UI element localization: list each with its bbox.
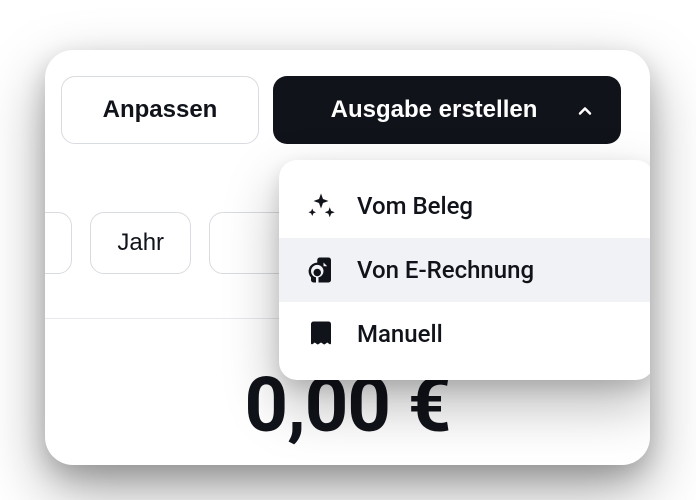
toolbar: Anpassen Ausgabe erstellen [61,76,634,144]
period-chip-jahr[interactable]: Jahr [90,212,191,274]
menu-item-label: Manuell [357,320,443,348]
chevron-up-icon [575,100,595,120]
invoice-file-icon [305,254,337,286]
app-card: Anpassen Ausgabe erstellen rtal Jahr 0,0… [45,50,650,465]
menu-item-label: Vom Beleg [357,192,473,220]
menu-item-label: Von E-Rechnung [357,256,534,284]
create-expense-button[interactable]: Ausgabe erstellen [273,76,621,144]
create-expense-menu: Vom Beleg Von E-Rechnung Manuell [279,160,650,380]
period-chip-rtal[interactable]: rtal [45,212,72,274]
menu-item-e-rechnung[interactable]: Von E-Rechnung [279,238,650,302]
sparkles-icon [305,190,337,222]
period-chip-jahr-label: Jahr [117,229,164,257]
receipt-icon [305,318,337,350]
anpassen-button[interactable]: Anpassen [61,76,259,144]
menu-item-manuell[interactable]: Manuell [279,302,650,366]
menu-item-vom-beleg[interactable]: Vom Beleg [279,174,650,238]
anpassen-label: Anpassen [103,96,218,124]
create-expense-label: Ausgabe erstellen [305,96,563,124]
